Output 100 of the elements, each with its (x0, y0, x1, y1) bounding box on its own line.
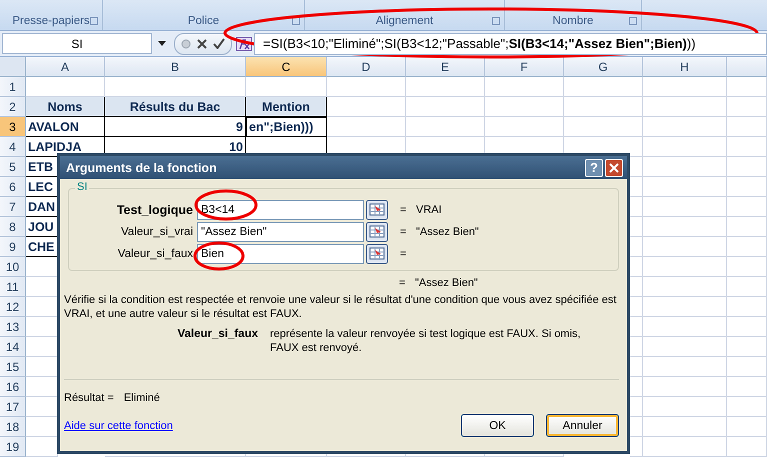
column-header[interactable]: D (327, 57, 406, 77)
dialog-launcher-icon[interactable] (492, 17, 500, 25)
empty-cell[interactable] (727, 217, 767, 237)
row-header[interactable]: 17 (0, 397, 26, 417)
name-box[interactable]: SI (2, 33, 152, 54)
empty-cell[interactable] (727, 297, 767, 317)
column-header[interactable]: B (105, 57, 246, 77)
empty-cell[interactable] (485, 117, 564, 137)
empty-cell[interactable] (727, 277, 767, 297)
empty-cell[interactable] (727, 337, 767, 357)
cell-editor[interactable]: en";Bien))) (246, 117, 327, 137)
column-header[interactable]: A (26, 57, 105, 77)
row-header[interactable]: 15 (0, 357, 26, 377)
row-header[interactable]: 1 (0, 77, 26, 97)
empty-cell[interactable] (727, 417, 767, 437)
empty-cell[interactable] (643, 297, 727, 317)
column-header[interactable] (727, 57, 767, 77)
empty-cell[interactable] (406, 77, 485, 97)
empty-cell[interactable] (485, 97, 564, 117)
select-all-button[interactable] (0, 57, 26, 77)
row-header[interactable]: 10 (0, 257, 26, 277)
range-picker-icon[interactable] (366, 222, 388, 242)
column-header[interactable]: H (643, 57, 727, 77)
empty-cell[interactable] (643, 237, 727, 257)
empty-cell[interactable] (727, 397, 767, 417)
range-picker-icon[interactable] (366, 200, 388, 220)
row-header[interactable]: 3 (0, 117, 26, 137)
dialog-button[interactable]: Annuler (546, 414, 619, 437)
row-header[interactable]: 5 (0, 157, 26, 177)
column-header[interactable]: C (246, 57, 327, 77)
empty-cell[interactable] (727, 177, 767, 197)
empty-cell[interactable] (564, 97, 643, 117)
empty-cell[interactable] (727, 237, 767, 257)
dialog-launcher-icon[interactable] (629, 17, 637, 25)
empty-cell[interactable] (406, 97, 485, 117)
check-icon[interactable] (213, 38, 225, 49)
circle-icon[interactable] (181, 38, 191, 48)
empty-cell[interactable] (327, 77, 406, 97)
empty-cell[interactable] (643, 217, 727, 237)
row-header[interactable]: 9 (0, 237, 26, 257)
argument-field[interactable]: B3<14 (197, 200, 364, 220)
empty-cell[interactable] (643, 137, 727, 157)
column-header[interactable]: E (406, 57, 485, 77)
empty-cell[interactable] (643, 97, 727, 117)
row-header[interactable]: 18 (0, 417, 26, 437)
empty-cell[interactable] (727, 157, 767, 177)
empty-cell[interactable] (727, 97, 767, 117)
empty-cell[interactable] (564, 117, 643, 137)
empty-cell[interactable] (643, 277, 727, 297)
empty-cell[interactable] (727, 197, 767, 217)
empty-cell[interactable] (485, 77, 564, 97)
empty-cell[interactable] (727, 257, 767, 277)
empty-cell[interactable] (727, 317, 767, 337)
dropdown-icon[interactable] (158, 41, 166, 46)
range-picker-icon[interactable] (366, 244, 388, 264)
empty-cell[interactable] (727, 357, 767, 377)
empty-cell[interactable] (727, 137, 767, 157)
row-header[interactable]: 2 (0, 97, 26, 117)
dialog-launcher-icon[interactable] (90, 17, 98, 25)
row-header[interactable]: 16 (0, 377, 26, 397)
argument-field[interactable]: "Assez Bien" (197, 222, 364, 242)
empty-cell[interactable] (643, 177, 727, 197)
row-header[interactable]: 12 (0, 297, 26, 317)
row-header[interactable]: 14 (0, 337, 26, 357)
close-button[interactable] (605, 158, 623, 176)
empty-cell[interactable] (643, 77, 727, 97)
row-header[interactable]: 4 (0, 137, 26, 157)
row-header[interactable]: 13 (0, 317, 26, 337)
argument-field[interactable]: Bien (197, 244, 364, 264)
row-header[interactable]: 6 (0, 177, 26, 197)
empty-cell[interactable] (643, 357, 727, 377)
help-link[interactable]: Aide sur cette fonction (64, 420, 449, 432)
empty-cell[interactable] (327, 117, 406, 137)
formula-field[interactable]: =SI(B3<10;"Eliminé";SI(B3<12;"Passable";SI(B3<14;"Assez Bien";Bien))) (254, 32, 767, 54)
empty-cell[interactable] (643, 397, 727, 417)
row-header[interactable]: 7 (0, 197, 26, 217)
row-header[interactable]: 8 (0, 217, 26, 237)
empty-cell[interactable] (564, 77, 643, 97)
column-header[interactable]: F (485, 57, 564, 77)
close-icon[interactable] (609, 162, 619, 172)
dialog-button[interactable]: OK (461, 414, 534, 437)
row-header[interactable]: 11 (0, 277, 26, 297)
row-header[interactable]: 19 (0, 437, 26, 457)
empty-cell[interactable] (727, 437, 767, 457)
empty-cell[interactable] (643, 437, 727, 457)
empty-cell[interactable] (643, 117, 727, 137)
empty-cell[interactable] (727, 117, 767, 137)
column-header[interactable]: G (564, 57, 643, 77)
empty-cell[interactable] (643, 257, 727, 277)
empty-cell[interactable] (727, 77, 767, 97)
empty-cell[interactable] (643, 377, 727, 397)
empty-cell[interactable] (643, 197, 727, 217)
empty-cell[interactable] (643, 317, 727, 337)
empty-cell[interactable] (643, 157, 727, 177)
empty-cell[interactable] (406, 117, 485, 137)
dialog-launcher-icon[interactable] (292, 17, 300, 25)
empty-cell[interactable] (727, 377, 767, 397)
cancel-icon[interactable] (197, 38, 207, 48)
empty-cell[interactable] (643, 337, 727, 357)
empty-cell[interactable] (643, 417, 727, 437)
